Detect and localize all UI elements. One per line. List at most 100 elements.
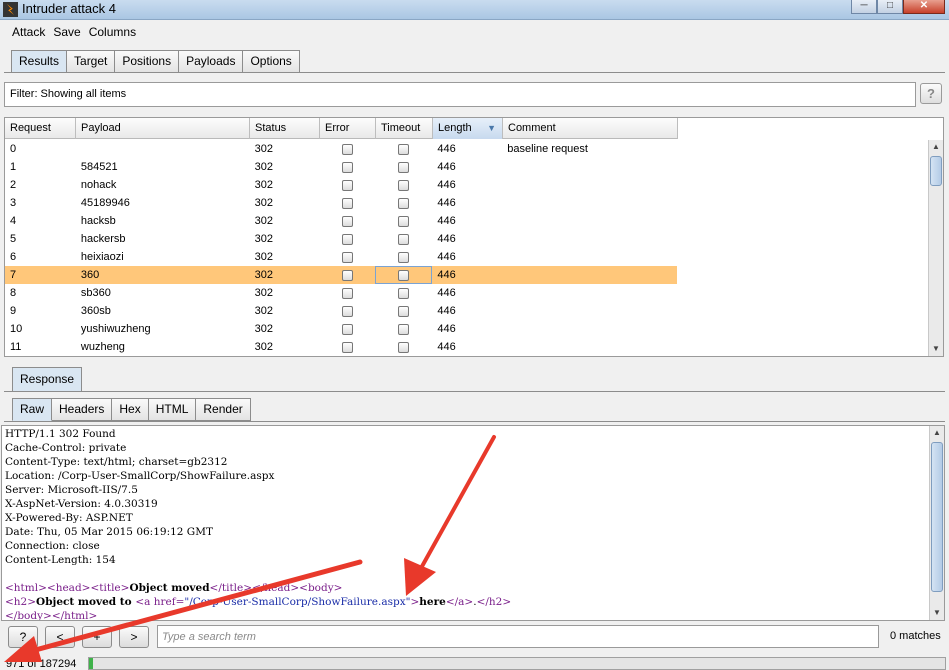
table-row[interactable]: 0 302 446 baseline request xyxy=(5,140,677,158)
html-tag: > xyxy=(410,596,420,608)
column-error[interactable]: Error xyxy=(320,118,376,139)
cell-comment xyxy=(502,266,677,284)
table-row[interactable]: 5 hackersb 302 446 xyxy=(5,230,677,248)
table-row[interactable]: 6 heixiaozi 302 446 xyxy=(5,248,677,266)
filter-bar[interactable]: Filter: Showing all items xyxy=(4,82,916,107)
scroll-down-icon[interactable]: ▼ xyxy=(930,606,944,620)
maximize-icon[interactable]: □ xyxy=(877,0,903,14)
error-checkbox[interactable] xyxy=(341,197,353,209)
menu-attack[interactable]: Attack xyxy=(10,25,47,43)
timeout-checkbox[interactable] xyxy=(398,179,410,191)
error-checkbox[interactable] xyxy=(341,323,353,335)
timeout-checkbox-cell xyxy=(375,140,432,158)
cell-status: 302 xyxy=(254,305,273,317)
cell-length: 446 xyxy=(437,197,456,209)
timeout-checkbox[interactable] xyxy=(398,251,410,263)
column-timeout[interactable]: Timeout xyxy=(376,118,433,139)
tab-response[interactable]: Response xyxy=(12,367,83,391)
table-row[interactable]: 4 hacksb 302 446 xyxy=(5,212,677,230)
error-checkbox[interactable] xyxy=(341,215,353,227)
filter-help-button[interactable]: ? xyxy=(920,83,942,104)
tab-target[interactable]: Target xyxy=(67,50,116,73)
table-row[interactable]: 9 360sb 302 446 xyxy=(5,302,677,320)
cell-length: 446 xyxy=(437,269,456,281)
timeout-checkbox[interactable] xyxy=(398,143,410,155)
tab-hex[interactable]: Hex xyxy=(112,398,149,421)
progress-bar xyxy=(88,657,946,670)
scroll-thumb[interactable] xyxy=(931,442,943,592)
search-prev-button[interactable]: < xyxy=(45,626,75,648)
tab-raw[interactable]: Raw xyxy=(12,398,53,421)
timeout-checkbox[interactable] xyxy=(398,305,410,317)
html-tag: </html> xyxy=(51,610,98,621)
column-payload[interactable]: Payload xyxy=(76,118,250,139)
window-title: Intruder attack 4 xyxy=(22,1,116,16)
error-checkbox-cell xyxy=(320,338,376,356)
table-row[interactable]: 3 45189946 302 446 xyxy=(5,194,677,212)
scroll-down-icon[interactable]: ▼ xyxy=(929,342,943,356)
error-checkbox[interactable] xyxy=(341,287,353,299)
cell-length: 446 xyxy=(437,305,456,317)
scroll-thumb[interactable] xyxy=(930,156,942,186)
search-input[interactable] xyxy=(157,625,879,648)
scroll-up-icon[interactable]: ▲ xyxy=(929,140,943,154)
table-row[interactable]: 1 584521 302 446 xyxy=(5,158,677,176)
table-row[interactable]: 11 wuzheng 302 446 xyxy=(5,338,677,356)
tab-render[interactable]: Render xyxy=(196,398,251,421)
column-comment[interactable]: Comment xyxy=(503,118,678,139)
timeout-checkbox[interactable] xyxy=(398,215,410,227)
menu-columns[interactable]: Columns xyxy=(87,25,138,43)
cell-request: 9 xyxy=(10,305,17,317)
cell-comment xyxy=(502,302,677,320)
timeout-checkbox[interactable] xyxy=(398,161,410,173)
table-row[interactable]: 7 360 302 446 xyxy=(5,266,677,284)
error-checkbox[interactable] xyxy=(341,161,353,173)
error-checkbox[interactable] xyxy=(341,305,353,317)
error-checkbox-cell xyxy=(320,212,376,230)
results-table: Request Payload Status Error Timeout Len… xyxy=(4,117,944,357)
tab-payloads[interactable]: Payloads xyxy=(179,50,244,73)
response-scrollbar[interactable]: ▲ ▼ xyxy=(929,426,944,620)
tab-options[interactable]: Options xyxy=(243,50,300,73)
timeout-checkbox[interactable] xyxy=(398,341,410,353)
column-status[interactable]: Status xyxy=(250,118,320,139)
error-checkbox[interactable] xyxy=(341,233,353,245)
tab-positions[interactable]: Positions xyxy=(115,50,180,73)
error-checkbox[interactable] xyxy=(341,143,353,155)
error-checkbox[interactable] xyxy=(341,341,353,353)
response-viewer[interactable]: HTTP/1.1 302 Found Cache-Control: privat… xyxy=(1,425,945,621)
timeout-checkbox[interactable] xyxy=(398,287,410,299)
scroll-up-icon[interactable]: ▲ xyxy=(930,426,944,440)
close-icon[interactable]: ✕ xyxy=(903,0,945,14)
timeout-checkbox[interactable] xyxy=(398,197,410,209)
column-length[interactable]: Length ▼ xyxy=(433,118,503,139)
html-tag: </h2> xyxy=(476,596,512,608)
error-checkbox[interactable] xyxy=(341,269,353,281)
column-request[interactable]: Request xyxy=(5,118,76,139)
divider xyxy=(4,421,945,422)
timeout-checkbox[interactable] xyxy=(398,323,410,335)
header-line: X-Powered-By: ASP.NET xyxy=(5,512,133,524)
table-row[interactable]: 8 sb360 302 446 xyxy=(5,284,677,302)
cell-length: 446 xyxy=(437,323,456,335)
timeout-checkbox[interactable] xyxy=(398,233,410,245)
cell-request: 2 xyxy=(10,179,17,191)
search-options-button[interactable]: + xyxy=(82,626,112,648)
cell-payload: 45189946 xyxy=(80,197,130,209)
tab-html[interactable]: HTML xyxy=(148,398,197,421)
tab-headers[interactable]: Headers xyxy=(52,398,113,421)
table-scrollbar[interactable]: ▲ ▼ xyxy=(928,140,943,356)
error-checkbox-cell xyxy=(320,320,376,338)
minimize-icon[interactable]: ─ xyxy=(851,0,877,14)
tab-results[interactable]: Results xyxy=(11,50,68,73)
table-row[interactable]: 2 nohack 302 446 xyxy=(5,176,677,194)
timeout-checkbox[interactable] xyxy=(398,269,410,281)
error-checkbox[interactable] xyxy=(341,179,353,191)
search-help-button[interactable]: ? xyxy=(8,626,38,648)
error-checkbox[interactable] xyxy=(341,251,353,263)
search-next-button[interactable]: > xyxy=(119,626,149,648)
table-row[interactable]: 10 yushiwuzheng 302 446 xyxy=(5,320,677,338)
menu-save[interactable]: Save xyxy=(51,25,82,43)
cell-status: 302 xyxy=(254,197,273,209)
cell-length: 446 xyxy=(437,179,456,191)
